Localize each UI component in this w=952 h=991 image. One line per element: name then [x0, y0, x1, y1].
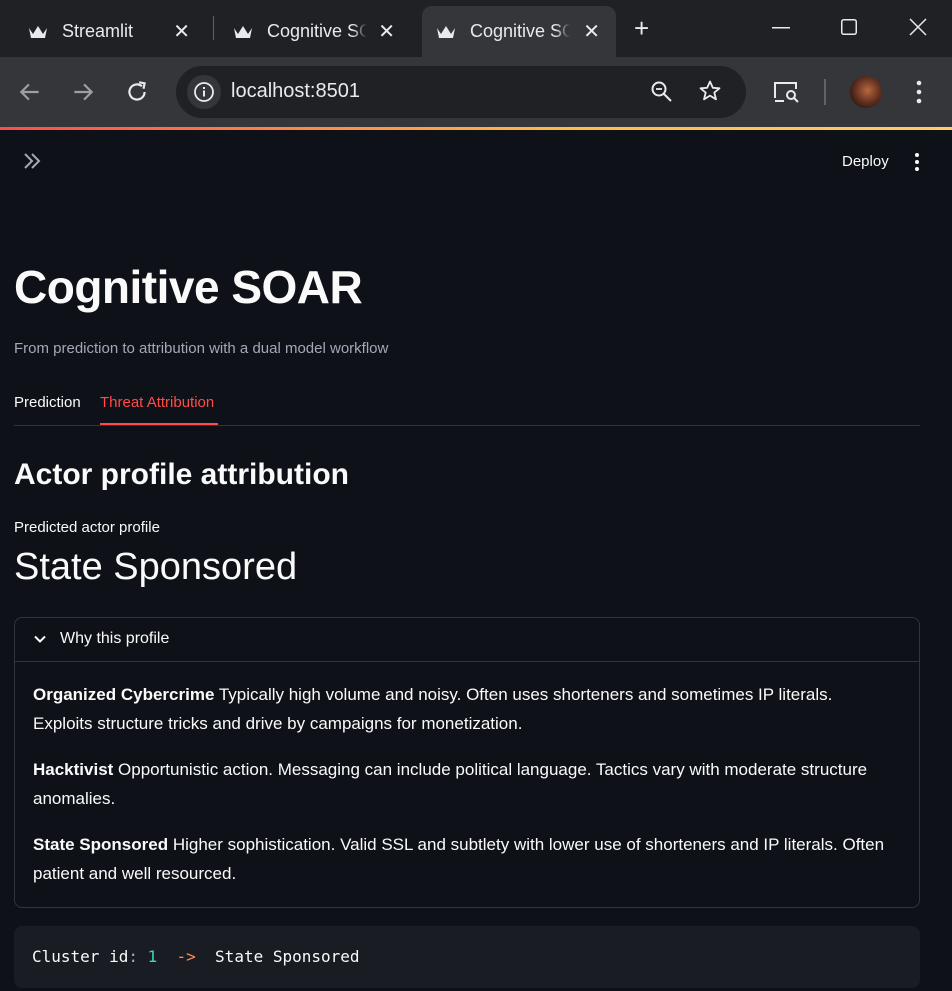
streamlit-crown-icon — [437, 25, 455, 38]
code-key: Cluster id — [32, 947, 129, 966]
profile-description: Hacktivist Opportunistic action. Messagi… — [33, 755, 893, 813]
page-title: Cognitive SOAR — [14, 261, 363, 313]
profile-name: Organized Cybercrime — [33, 685, 215, 704]
streamlit-crown-icon — [234, 25, 252, 38]
browser-tab-strip: Streamlit ✕ Cognitive SOAR ✕ Cognitive S… — [0, 0, 952, 57]
expand-sidebar-icon[interactable] — [22, 150, 42, 172]
close-tab-icon[interactable]: ✕ — [173, 19, 190, 44]
active-tab-indicator — [100, 423, 218, 425]
tab-prediction[interactable]: Prediction — [14, 394, 81, 411]
bookmark-star-icon[interactable] — [698, 79, 722, 103]
code-line: Cluster id: 1 -> State Sponsored — [32, 947, 360, 966]
expander-header[interactable]: Why this profile — [15, 618, 919, 662]
profile-name: Hacktivist — [33, 760, 114, 779]
address-bar[interactable]: localhost:8501 — [176, 66, 746, 118]
tab-list: Prediction Threat Attribution — [14, 392, 920, 426]
streamlit-decoration-bar — [0, 127, 952, 130]
expander-body: Organized Cybercrime Typically high volu… — [33, 680, 893, 905]
profile-name: State Sponsored — [33, 835, 169, 854]
back-arrow-icon[interactable] — [17, 79, 43, 105]
close-tab-icon[interactable]: ✕ — [378, 19, 395, 44]
page-caption: From prediction to attribution with a du… — [14, 340, 389, 357]
forward-arrow-icon[interactable] — [70, 79, 96, 105]
code-cluster-id: 1 — [147, 947, 158, 966]
url-text[interactable]: localhost:8501 — [231, 80, 360, 103]
browser-tab-title: Cognitive SOAR — [470, 21, 570, 41]
deploy-button[interactable]: Deploy — [842, 153, 889, 170]
browser-tab-title: Cognitive SOAR — [267, 21, 367, 41]
streamlit-crown-icon — [29, 25, 47, 38]
code-arrow: -> — [176, 947, 196, 966]
new-tab-icon[interactable]: + — [634, 13, 649, 44]
section-heading: Actor profile attribution — [14, 458, 349, 491]
tab-threat-attribution[interactable]: Threat Attribution — [100, 394, 214, 411]
browser-tab[interactable]: Cognitive SOAR ✕ — [205, 6, 415, 57]
close-window-icon[interactable] — [909, 18, 927, 36]
maximize-icon[interactable] — [841, 19, 857, 35]
site-info-icon[interactable] — [187, 75, 221, 109]
expander-title: Why this profile — [60, 630, 170, 647]
browser-tab-active[interactable]: Cognitive SOAR ✕ — [422, 6, 616, 57]
profile-text: Opportunistic action. Messaging can incl… — [33, 760, 868, 808]
code-colon: : — [128, 947, 138, 966]
why-this-profile-expander: Why this profile Organized Cybercrime Ty… — [14, 617, 920, 908]
reload-icon[interactable] — [124, 79, 150, 105]
toolbar-divider — [824, 79, 826, 105]
browser-tab-title: Streamlit — [62, 21, 134, 41]
profile-description: Organized Cybercrime Typically high volu… — [33, 680, 893, 738]
close-tab-icon[interactable]: ✕ — [583, 19, 600, 44]
zoom-icon[interactable] — [650, 80, 674, 104]
main-menu-icon[interactable] — [909, 151, 925, 173]
browser-toolbar: localhost:8501 — [0, 57, 952, 127]
chevron-down-icon — [34, 635, 46, 643]
profile-avatar[interactable] — [850, 76, 882, 108]
cast-search-icon[interactable] — [772, 80, 800, 104]
browser-tab[interactable]: Streamlit ✕ — [0, 6, 210, 57]
browser-menu-icon[interactable] — [916, 80, 922, 104]
code-result: State Sponsored — [215, 947, 360, 966]
code-block: Cluster id: 1 -> State Sponsored — [14, 926, 920, 988]
metric-value: State Sponsored — [14, 546, 298, 588]
profile-description: State Sponsored Higher sophistication. V… — [33, 830, 893, 888]
metric-label: Predicted actor profile — [14, 519, 160, 536]
minimize-icon[interactable] — [772, 27, 790, 29]
